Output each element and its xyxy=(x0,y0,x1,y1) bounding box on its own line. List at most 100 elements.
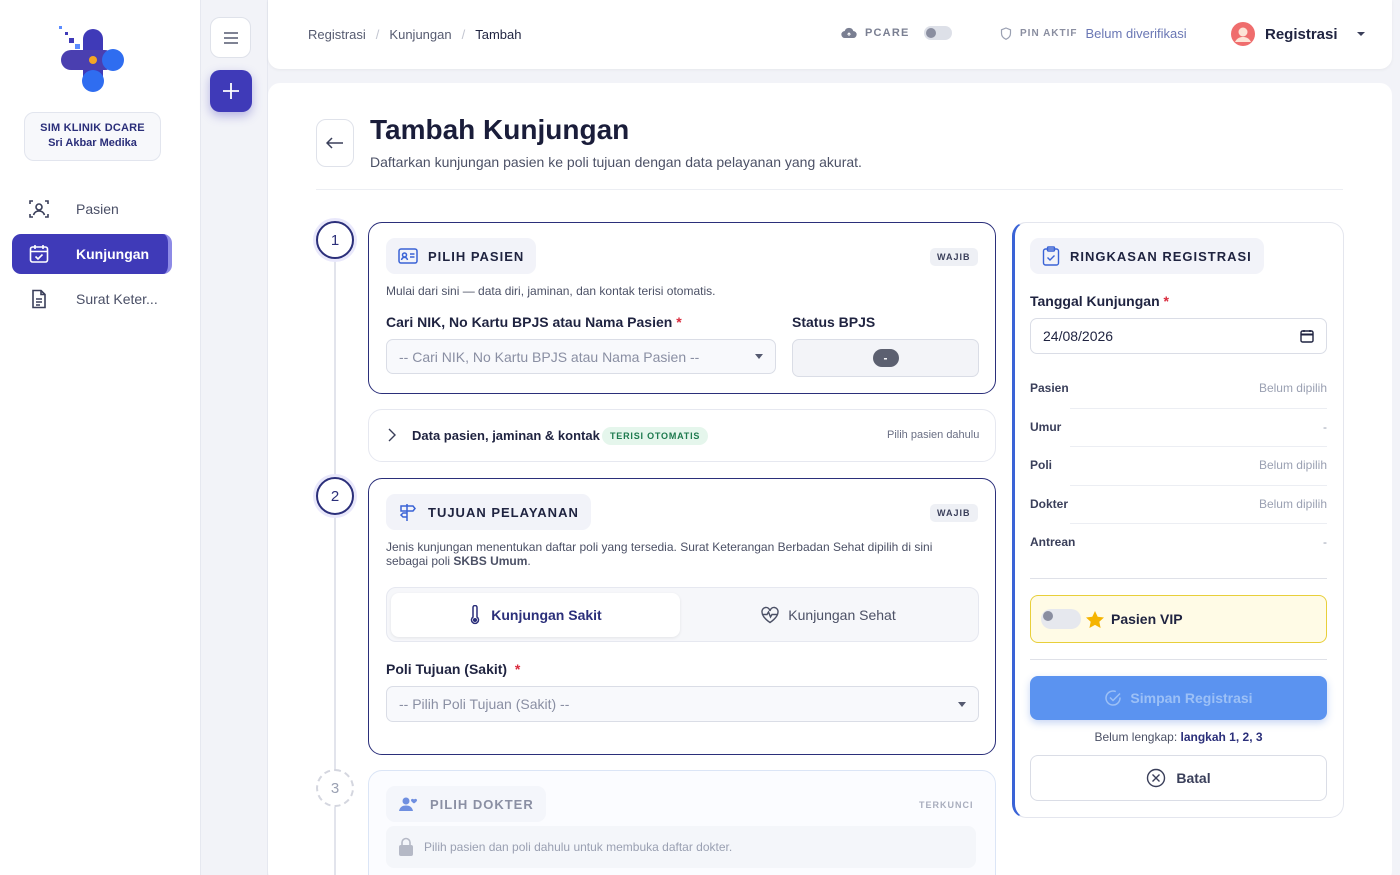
cloud-icon xyxy=(841,27,857,39)
required-badge: WAJIB xyxy=(930,504,978,522)
collapse-label: Data pasien, jaminan & kontak xyxy=(412,428,600,443)
summary-header: RINGKASAN REGISTRASI xyxy=(1030,238,1264,274)
patient-search-label-text: Cari NIK, No Kartu BPJS atau Nama Pasien xyxy=(386,314,673,330)
patient-search-select[interactable]: -- Cari NIK, No Kartu BPJS atau Nama Pas… xyxy=(386,339,776,374)
tab-kunjungan-sehat[interactable]: Kunjungan Sehat xyxy=(683,593,973,637)
add-button[interactable] xyxy=(210,70,252,112)
bpjs-status-label: Status BPJS xyxy=(792,314,876,330)
heart-pulse-icon xyxy=(760,606,780,624)
user-name: Registrasi xyxy=(1265,25,1338,43)
clinic-logo-icon xyxy=(55,24,127,96)
sidebar-item-pasien[interactable]: Pasien xyxy=(12,189,172,229)
sidebar-item-label: Surat Keter... xyxy=(76,291,158,307)
summary-row-poli: Poli Belum dipilih xyxy=(1030,458,1327,472)
sidebar-item-label: Kunjungan xyxy=(76,246,150,262)
tab-kunjungan-sakit[interactable]: Kunjungan Sakit xyxy=(391,593,680,637)
row-divider xyxy=(1070,446,1327,447)
collapse-hint: Pilih pasien dahulu xyxy=(887,429,980,441)
sidebar-item-label: Pasien xyxy=(76,201,119,217)
action-rail xyxy=(201,0,268,875)
user-id-icon xyxy=(28,198,50,220)
back-button[interactable] xyxy=(316,119,354,167)
pin-label: PIN AKTIF xyxy=(1020,28,1078,39)
tab-label: Kunjungan Sehat xyxy=(788,607,896,623)
breadcrumb-item[interactable]: Kunjungan xyxy=(389,27,451,42)
sidebar-item-surat[interactable]: Surat Keter... xyxy=(12,279,172,319)
summary-value: - xyxy=(1323,420,1327,434)
step1-header: PILIH PASIEN xyxy=(386,238,537,274)
step3-title: PILIH DOKTER xyxy=(430,796,534,812)
close-circle-icon xyxy=(1146,768,1166,788)
clinic-subname: Sri Akbar Medika xyxy=(48,137,137,149)
summary-key: Pasien xyxy=(1030,381,1069,395)
vip-toggle[interactable] xyxy=(1041,609,1081,629)
step2-desc-b: sebagai poli xyxy=(386,554,451,568)
step2-description: Jenis kunjungan menentukan daftar poli y… xyxy=(386,540,976,568)
bpjs-status-field: - xyxy=(792,339,979,377)
required-badge: WAJIB xyxy=(930,248,978,266)
incomplete-hint: Belum lengkap: langkah 1, 2, 3 xyxy=(1030,730,1327,744)
patient-search-placeholder: -- Cari NIK, No Kartu BPJS atau Nama Pas… xyxy=(399,348,700,365)
summary-value: Belum dipilih xyxy=(1258,458,1327,472)
step2-desc-end: . xyxy=(527,554,531,568)
bpjs-status-value: - xyxy=(872,349,899,367)
clinic-badge: SIM KLINIK DCARE Sri Akbar Medika xyxy=(24,112,161,161)
caret-down-icon xyxy=(755,354,763,359)
step-indicator-1: 1 xyxy=(316,221,354,259)
summary-divider xyxy=(1030,578,1327,579)
locked-badge: TERKUNCI xyxy=(919,800,974,810)
sidebar-item-kunjungan[interactable]: Kunjungan xyxy=(12,234,172,274)
poli-select[interactable]: -- Pilih Poli Tujuan (Sakit) -- xyxy=(386,686,979,722)
autofill-badge: TERISI OTOMATIS xyxy=(602,427,709,445)
visit-date-input[interactable]: 24/08/2026 xyxy=(1030,318,1327,354)
breadcrumb: Registrasi / Kunjungan / Tambah xyxy=(308,27,521,42)
incomplete-steps: langkah 1, 2, 3 xyxy=(1180,730,1263,744)
pcare-label: PCARE xyxy=(865,27,910,39)
shield-icon xyxy=(1000,27,1012,40)
required-marker: * xyxy=(1163,293,1169,309)
user-menu[interactable]: Registrasi xyxy=(1231,22,1366,46)
summary-title: RINGKASAN REGISTRASI xyxy=(1070,248,1252,264)
step2-header: TUJUAN PELAYANAN xyxy=(386,494,591,530)
cancel-label: Batal xyxy=(1176,770,1211,786)
save-registration-button[interactable]: Simpan Registrasi xyxy=(1030,676,1327,720)
visit-date-value: 24/08/2026 xyxy=(1043,328,1114,344)
step-indicator-3: 3 xyxy=(316,769,354,807)
title-divider xyxy=(316,189,1343,190)
breadcrumb-separator: / xyxy=(461,27,466,42)
calendar-icon[interactable] xyxy=(1300,329,1314,343)
clinic-name: SIM KLINIK DCARE xyxy=(40,122,145,134)
calendar-check-icon xyxy=(28,243,50,265)
save-label: Simpan Registrasi xyxy=(1130,690,1253,706)
summary-row-dokter: Dokter Belum dipilih xyxy=(1030,497,1327,511)
step2-title: TUJUAN PELAYANAN xyxy=(428,504,579,520)
page-title: Tambah Kunjungan xyxy=(370,114,630,145)
step-indicator-2: 2 xyxy=(316,477,354,515)
summary-key: Umur xyxy=(1030,420,1062,434)
vip-toggle-box[interactable]: Pasien VIP xyxy=(1030,595,1327,643)
breadcrumb-item[interactable]: Registrasi xyxy=(308,27,366,42)
menu-toggle-button[interactable] xyxy=(210,17,251,58)
row-divider xyxy=(1070,523,1327,524)
required-marker: * xyxy=(676,314,682,330)
poli-placeholder: -- Pilih Poli Tujuan (Sakit) -- xyxy=(399,696,570,712)
summary-row-umur: Umur - xyxy=(1030,420,1327,434)
step1-description: Mulai dari sini — data diri, jaminan, da… xyxy=(386,284,716,298)
caret-down-icon xyxy=(958,701,966,707)
pcare-toggle[interactable] xyxy=(923,26,952,40)
summary-row-pasien: Pasien Belum dipilih xyxy=(1030,381,1327,395)
incomplete-prefix: Belum lengkap: xyxy=(1094,730,1178,744)
locked-text: Pilih pasien dan poli dahulu untuk membu… xyxy=(424,840,733,854)
poli-label: Poli Tujuan (Sakit) * xyxy=(386,661,520,677)
step3-header: PILIH DOKTER xyxy=(386,786,546,822)
cancel-button[interactable]: Batal xyxy=(1030,755,1327,801)
clipboard-check-icon xyxy=(1042,246,1060,266)
check-circle-icon xyxy=(1104,689,1122,707)
required-marker: * xyxy=(514,661,521,677)
summary-value: Belum dipilih xyxy=(1258,381,1327,395)
locked-message: Pilih pasien dan poli dahulu untuk membu… xyxy=(386,826,976,868)
poli-label-text: Poli Tujuan (Sakit) xyxy=(386,661,508,677)
page-subtitle: Daftarkan kunjungan pasien ke poli tujua… xyxy=(370,154,862,170)
avatar xyxy=(1231,22,1255,46)
pin-status-text[interactable]: Belum diverifikasi xyxy=(1086,26,1187,41)
